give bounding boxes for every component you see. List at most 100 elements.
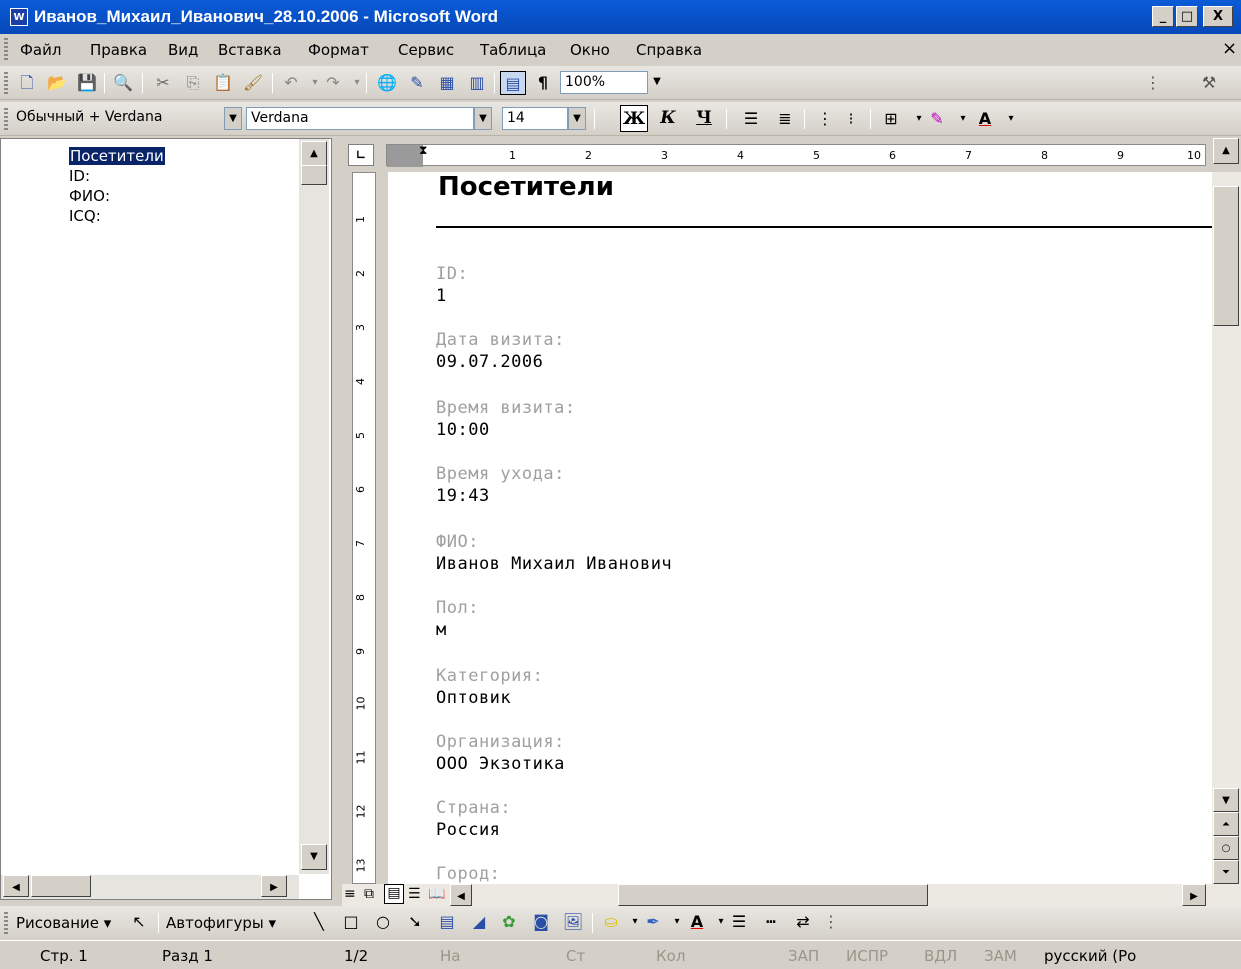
save-icon[interactable]: 💾 xyxy=(74,71,100,95)
fill-color-icon[interactable]: ⛀ xyxy=(598,910,624,934)
map-item-icq[interactable]: ICQ: xyxy=(69,207,101,225)
line-style-icon[interactable]: ☰ xyxy=(726,910,752,934)
toolbar-grip[interactable] xyxy=(4,108,8,130)
normal-view-icon[interactable]: ≡ xyxy=(344,886,356,902)
document-map-hscroll[interactable]: ◀ ▶ xyxy=(1,875,299,899)
bold-button[interactable]: Ж xyxy=(620,105,648,132)
select-objects-icon[interactable]: ↖ xyxy=(126,910,152,934)
align-center-icon[interactable]: ☰ xyxy=(738,107,764,131)
menu-grip[interactable] xyxy=(4,38,8,60)
undo-icon[interactable]: ↶ xyxy=(278,71,304,95)
font-color-icon[interactable]: A xyxy=(972,107,998,131)
document-hscroll[interactable]: ≡ ⧉ ▤ ☰ 📖 ◀ ▶ xyxy=(342,884,1241,906)
tab-selector-icon[interactable]: ∟ xyxy=(348,144,374,166)
format-painter-icon[interactable]: 🖌 xyxy=(240,71,266,95)
word-app-icon[interactable]: W xyxy=(10,8,28,26)
zoom-dropdown-icon[interactable]: ▼ xyxy=(648,71,666,94)
close-button[interactable]: X xyxy=(1203,6,1233,27)
style-dropdown-icon[interactable]: ▼ xyxy=(224,107,242,130)
scroll-down-icon[interactable]: ▼ xyxy=(1213,788,1239,812)
font-color-icon[interactable]: A xyxy=(684,910,710,934)
line-icon[interactable]: ╲ xyxy=(306,910,332,934)
numbering-icon[interactable]: ⋮ xyxy=(812,107,838,131)
menu-table[interactable]: Таблица xyxy=(480,41,546,59)
scroll-thumb[interactable] xyxy=(301,165,327,185)
paste-icon[interactable]: 📋 xyxy=(210,71,236,95)
close-document-icon[interactable]: × xyxy=(1222,38,1237,59)
dash-style-icon[interactable]: ┅ xyxy=(758,910,784,934)
pane-splitter[interactable] xyxy=(332,138,342,900)
columns-icon[interactable]: ▥ xyxy=(464,71,490,95)
open-folder-icon[interactable]: 📂 xyxy=(44,71,70,95)
arrow-icon[interactable]: ➘ xyxy=(402,910,428,934)
scroll-thumb[interactable] xyxy=(618,884,928,906)
status-ext[interactable]: ВДЛ xyxy=(924,947,957,965)
font-dropdown-icon[interactable]: ▼ xyxy=(474,107,492,130)
menu-edit[interactable]: Правка xyxy=(90,41,147,59)
show-hide-formatting-icon[interactable]: ¶ xyxy=(530,71,556,95)
status-rec[interactable]: ЗАП xyxy=(788,947,819,965)
minimize-button[interactable]: _ xyxy=(1152,6,1174,27)
scroll-right-icon[interactable]: ▶ xyxy=(261,875,287,897)
print-layout-view-icon[interactable]: ▤ xyxy=(384,884,404,904)
new-document-icon[interactable]: 🗋 xyxy=(14,71,40,95)
scroll-thumb[interactable] xyxy=(1213,186,1239,326)
rectangle-icon[interactable]: □ xyxy=(338,910,364,934)
toolbar-options-icon[interactable]: ⋮ xyxy=(818,910,844,934)
maximize-button[interactable]: □ xyxy=(1176,6,1198,27)
print-preview-icon[interactable]: 🔍 xyxy=(110,71,136,95)
zoom-combo[interactable]: 100% xyxy=(560,71,648,94)
borders-icon[interactable]: ⊞ xyxy=(878,107,904,131)
insert-picture-icon[interactable]: 🖼 xyxy=(560,910,586,934)
hyperlink-icon[interactable]: 🌐 xyxy=(374,71,400,95)
bullets-icon[interactable]: ⁝ xyxy=(838,107,864,131)
justify-icon[interactable]: ≣ xyxy=(772,107,798,131)
wordart-icon[interactable]: ◢ xyxy=(466,910,492,934)
scroll-right-icon[interactable]: ▶ xyxy=(1182,884,1206,906)
toolbar-grip[interactable] xyxy=(4,72,8,94)
insert-table-icon[interactable]: ▦ xyxy=(434,71,460,95)
web-layout-view-icon[interactable]: ⧉ xyxy=(364,886,374,902)
scroll-up-icon[interactable]: ▲ xyxy=(301,141,327,167)
font-combo[interactable]: Verdana xyxy=(246,107,474,130)
copy-icon[interactable]: ⎘ xyxy=(180,71,206,95)
document-map-vscroll[interactable]: ▲ ▼ xyxy=(299,139,329,874)
italic-button[interactable]: К xyxy=(654,105,682,132)
tables-borders-icon[interactable]: ✎ xyxy=(404,71,430,95)
ruler-track[interactable]: ⧗ 1 2 3 4 5 6 7 8 9 10 xyxy=(386,143,1206,167)
text-box-icon[interactable]: ▤ xyxy=(434,910,460,934)
menu-insert[interactable]: Вставка xyxy=(218,41,282,59)
redo-icon[interactable]: ↷ xyxy=(320,71,346,95)
document-vscroll[interactable]: ▲ ▼ ⏶ ○ ⏷ xyxy=(1212,138,1241,884)
scroll-thumb[interactable] xyxy=(31,875,91,897)
oval-icon[interactable]: ○ xyxy=(370,910,396,934)
reading-layout-view-icon[interactable]: 📖 xyxy=(428,886,445,902)
arrow-style-icon[interactable]: ⇄ xyxy=(790,910,816,934)
toolbar-grip[interactable] xyxy=(4,912,8,934)
scroll-left-icon[interactable]: ◀ xyxy=(3,875,29,897)
underline-button[interactable]: Ч xyxy=(690,105,718,132)
outline-view-icon[interactable]: ☰ xyxy=(408,886,421,902)
style-combo[interactable]: Обычный + Verdana xyxy=(12,107,224,130)
status-trk[interactable]: ИСПР xyxy=(846,947,888,965)
tools-options-icon[interactable]: ⚒ xyxy=(1196,71,1222,95)
menu-tools[interactable]: Сервис xyxy=(398,41,454,59)
scroll-down-icon[interactable]: ▼ xyxy=(301,844,327,870)
status-ovr[interactable]: ЗАМ xyxy=(984,947,1017,965)
document-page[interactable]: Посетители ID: 1 Дата визита: 09.07.2006… xyxy=(388,172,1212,884)
menu-file[interactable]: Файл xyxy=(20,41,61,59)
map-item-fio[interactable]: ФИО: xyxy=(69,187,110,205)
menu-view[interactable]: Вид xyxy=(168,41,198,59)
map-item-id[interactable]: ID: xyxy=(69,167,90,185)
next-page-icon[interactable]: ⏷ xyxy=(1213,860,1239,884)
scroll-left-icon[interactable]: ◀ xyxy=(450,884,472,906)
cut-icon[interactable]: ✂ xyxy=(150,71,176,95)
drawing-menu-button[interactable]: Рисование ▾ xyxy=(16,914,111,932)
font-color-dropdown-icon[interactable]: ▾ xyxy=(998,107,1024,131)
diagram-icon[interactable]: ✿ xyxy=(496,910,522,934)
font-size-combo[interactable]: 14 xyxy=(502,107,568,130)
menu-help[interactable]: Справка xyxy=(636,41,702,59)
previous-page-icon[interactable]: ⏶ xyxy=(1213,812,1239,836)
select-browse-object-icon[interactable]: ○ xyxy=(1213,836,1239,860)
scroll-up-icon[interactable]: ▲ xyxy=(1213,138,1239,164)
